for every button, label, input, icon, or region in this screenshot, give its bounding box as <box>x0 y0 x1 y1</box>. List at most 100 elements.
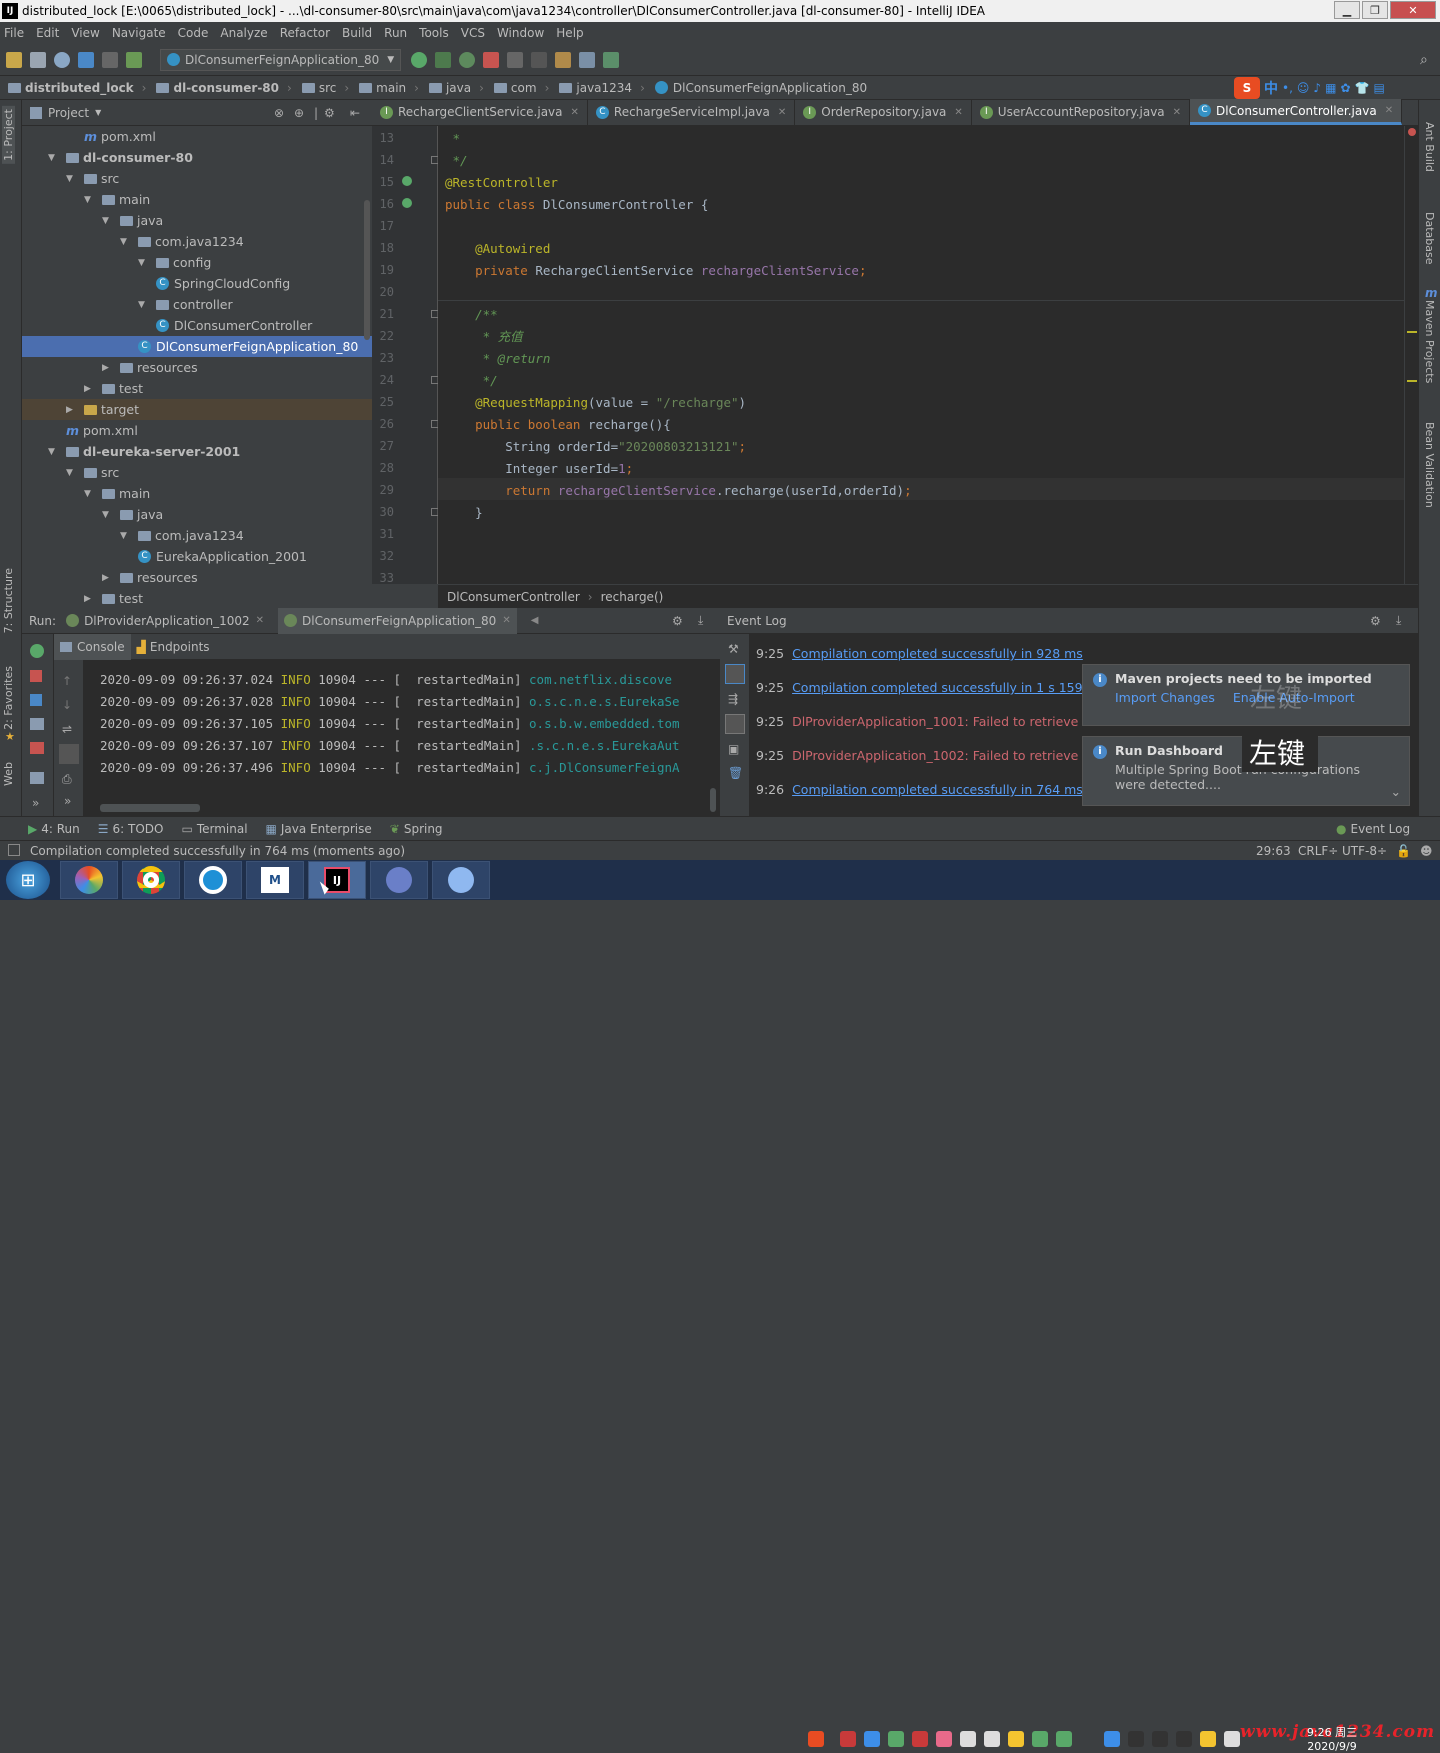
mic-icon[interactable]: ♪ <box>1313 81 1321 95</box>
expanded-arrow-icon[interactable]: ▼ <box>84 489 94 499</box>
menu-item-navigate[interactable]: Navigate <box>112 26 166 40</box>
menu-item-window[interactable]: Window <box>497 26 544 40</box>
tab-favorites[interactable]: 2: Favorites <box>2 666 15 730</box>
collapsed-arrow-icon[interactable]: ▶ <box>84 594 94 604</box>
hide-panel-icon[interactable]: ⇤ <box>350 106 360 120</box>
toggle-tool-windows-icon[interactable] <box>8 844 20 856</box>
tree-node[interactable]: ▼ com.java1234 <box>22 231 372 252</box>
tree-node[interactable]: ▼ src <box>22 168 372 189</box>
editor-tab[interactable]: I RechargeClientService.java ✕ <box>372 99 588 125</box>
nav-crumb[interactable]: com › <box>493 81 549 95</box>
tray-icon[interactable] <box>840 1731 856 1747</box>
wechat-icon[interactable] <box>1032 1731 1048 1747</box>
search-everywhere-icon[interactable]: ⌕ <box>1420 52 1428 68</box>
tray-icon[interactable] <box>984 1731 1000 1747</box>
tab-project[interactable]: 1: Project <box>2 106 15 164</box>
build-icon[interactable] <box>126 51 142 68</box>
clock-date[interactable]: 2020/9/9 <box>1302 1740 1362 1753</box>
toolwindow-todo[interactable]: ☰ 6: TODO <box>98 822 164 836</box>
warning-marker[interactable] <box>1407 380 1417 382</box>
scroll-from-source-icon[interactable]: ⊕ <box>294 106 304 120</box>
console-output[interactable]: 2020-09-09 09:26:37.024 INFO 10904 --- [… <box>84 660 720 816</box>
tree-node[interactable]: C DlConsumerController <box>22 315 372 336</box>
menu-grid-icon[interactable]: ▤ <box>1373 81 1384 95</box>
expanded-arrow-icon[interactable]: ▼ <box>120 237 130 247</box>
close-icon[interactable]: ✕ <box>502 615 510 626</box>
taskbar-app-chrome[interactable] <box>122 861 180 899</box>
close-icon[interactable]: ✕ <box>954 107 962 118</box>
soft-wrap-icon[interactable]: ⇌ <box>62 722 72 736</box>
coverage-icon[interactable] <box>459 51 476 68</box>
collapse-all-icon[interactable]: ⊗ <box>274 106 284 120</box>
close-icon[interactable]: ✕ <box>1173 107 1181 118</box>
toolwindow-run[interactable]: ▶ 4: Run <box>28 822 80 836</box>
close-icon[interactable]: ✕ <box>571 107 579 118</box>
ime-mode[interactable]: 中 <box>1264 78 1278 98</box>
tray-icon[interactable] <box>1200 1731 1216 1747</box>
import-changes-link[interactable]: Import Changes <box>1115 690 1215 705</box>
tab-structure[interactable]: 7: Structure <box>2 568 15 633</box>
volume-icon[interactable] <box>1224 1731 1240 1747</box>
menu-item-code[interactable]: Code <box>178 26 209 40</box>
menu-item-build[interactable]: Build <box>342 26 372 40</box>
nav-crumb[interactable]: distributed_lock › <box>8 81 146 95</box>
deploy-icon[interactable] <box>531 51 548 68</box>
console-vscrollbar[interactable] <box>710 788 716 812</box>
tree-node[interactable]: m pom.xml <box>22 420 372 441</box>
tree-node[interactable]: ▶ resources <box>22 357 372 378</box>
back-icon[interactable] <box>78 51 94 68</box>
forward-icon[interactable] <box>102 51 118 68</box>
hide-panel-icon[interactable]: ⤓ <box>1396 613 1401 628</box>
breadcrumb-method[interactable]: recharge() <box>601 590 664 604</box>
scroll-to-end-icon[interactable] <box>59 744 79 764</box>
lock-icon[interactable]: 🔓 <box>1396 844 1411 858</box>
collapsed-arrow-icon[interactable]: ▶ <box>66 405 76 415</box>
toolwindow-terminal[interactable]: ▭ Terminal <box>181 822 247 836</box>
soft-wrap-icon[interactable] <box>725 664 745 684</box>
dump-threads-icon[interactable] <box>30 718 44 730</box>
emoji-icon[interactable]: ☺ <box>1297 81 1310 95</box>
tree-node[interactable]: ▼ main <box>22 189 372 210</box>
project-structure-icon[interactable] <box>579 51 596 68</box>
sync-icon[interactable] <box>54 51 70 68</box>
spring-bean-gutter-icon[interactable] <box>402 198 412 208</box>
tray-icon[interactable] <box>1008 1731 1024 1747</box>
more-icon[interactable]: » <box>64 794 71 808</box>
qq-icon[interactable] <box>1176 1731 1192 1747</box>
tree-node[interactable]: C DlConsumerFeignApplication_80 <box>22 336 372 357</box>
nav-crumb[interactable]: src › <box>301 81 349 95</box>
taskbar-app-picasa[interactable] <box>60 861 118 899</box>
error-indicator-icon[interactable] <box>1408 128 1416 136</box>
taskbar-app-cloud[interactable] <box>432 861 490 899</box>
expanded-arrow-icon[interactable]: ▼ <box>48 153 58 163</box>
menu-item-refactor[interactable]: Refactor <box>280 26 330 40</box>
open-folder-icon[interactable] <box>6 51 22 68</box>
menu-item-help[interactable]: Help <box>556 26 583 40</box>
tab-bean-validation[interactable]: Bean Validation <box>1423 422 1436 508</box>
scroll-end-icon[interactable]: ⇶ <box>728 692 738 706</box>
rerun-icon[interactable] <box>30 644 44 658</box>
expanded-arrow-icon[interactable]: ▼ <box>120 531 130 541</box>
trash-icon[interactable]: 🗑 <box>728 766 743 780</box>
tree-node[interactable]: ▶ test <box>22 378 372 399</box>
editor-tab[interactable]: C RechargeServiceImpl.java ✕ <box>588 99 796 125</box>
tab-scroll-left-icon[interactable]: ◀ <box>531 615 539 626</box>
pin-icon[interactable]: ▣ <box>728 742 739 756</box>
debug-icon[interactable] <box>435 51 452 68</box>
nav-crumb[interactable]: java1234 › <box>559 81 645 95</box>
nav-crumb[interactable]: dl-consumer-80 › <box>156 81 292 95</box>
settings-icon[interactable]: ⚒ <box>728 642 739 656</box>
hector-icon[interactable]: ☻ <box>1420 844 1433 858</box>
tab-endpoints[interactable]: ▟ Endpoints <box>137 640 210 654</box>
tab-ant-build[interactable]: Ant Build <box>1423 122 1436 172</box>
gear-icon[interactable]: ⚙ <box>1370 614 1381 628</box>
tree-node[interactable]: ▶ target <box>22 399 372 420</box>
file-encoding[interactable]: UTF-8÷ <box>1342 844 1387 858</box>
exit-icon[interactable] <box>30 742 44 754</box>
taskbar-app-browser[interactable] <box>184 861 242 899</box>
nav-crumb[interactable]: java › <box>428 81 484 95</box>
start-button-icon[interactable]: ⊞ <box>6 861 50 899</box>
tree-node[interactable]: ▼ java <box>22 210 372 231</box>
gear-icon[interactable]: ⚙ <box>672 614 683 628</box>
taskbar-app-feather[interactable] <box>370 861 428 899</box>
